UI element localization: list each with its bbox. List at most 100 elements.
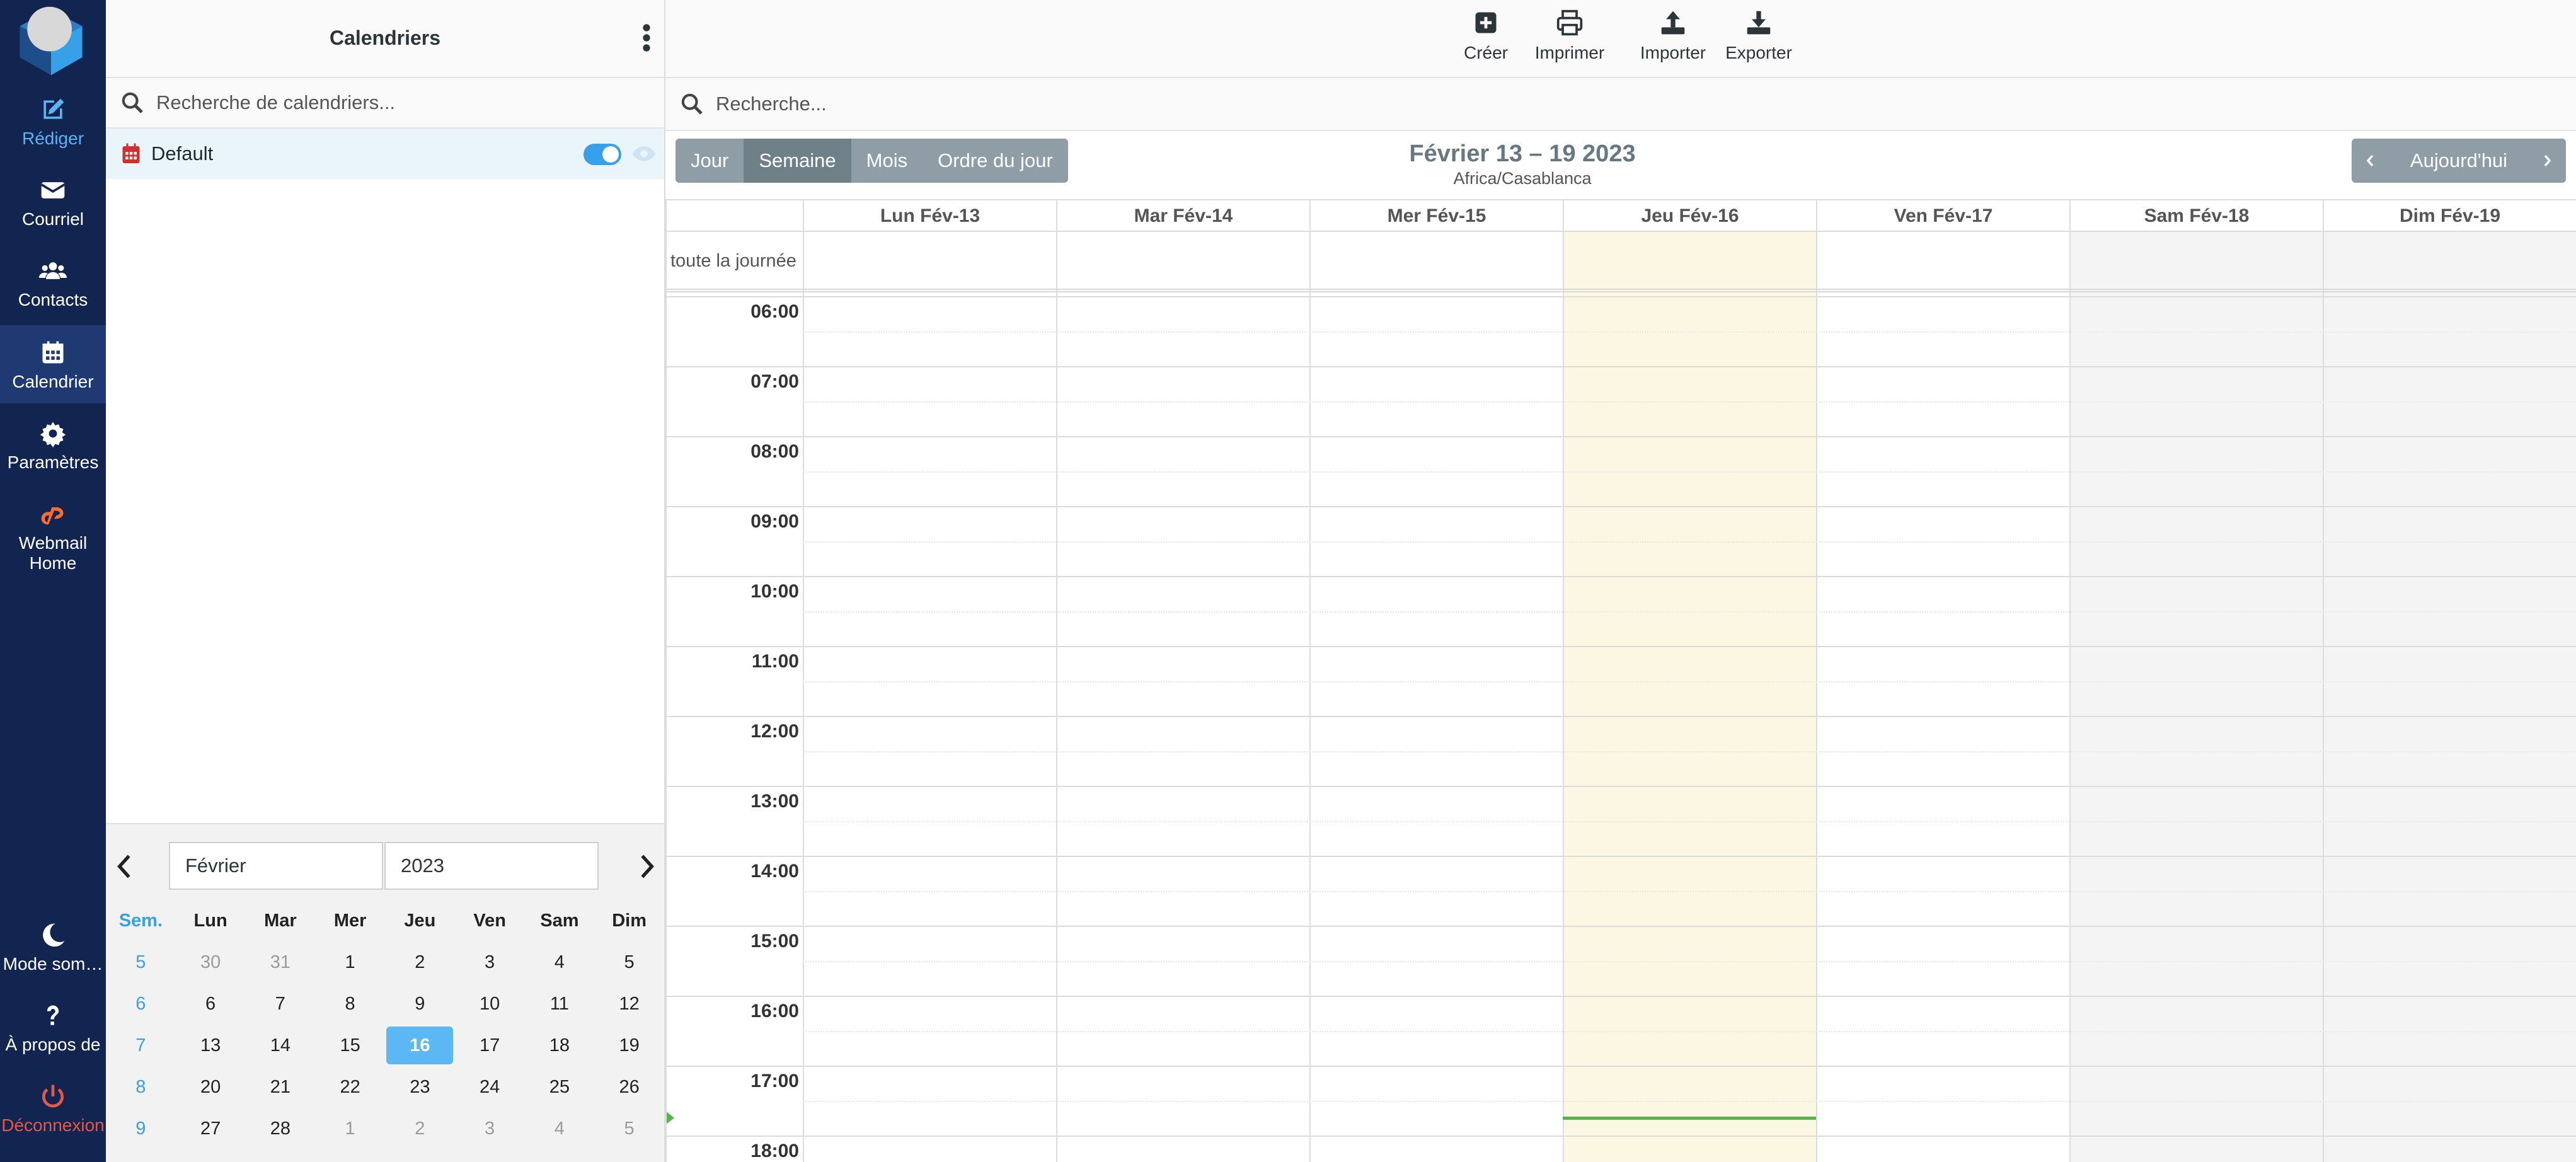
- time-slots[interactable]: 06:00 07:00 08:00 09:00 10:00 11:00 12:00 13:00…: [665, 296, 2576, 1162]
- week-number[interactable]: 9: [106, 1119, 176, 1139]
- day-number: 23: [410, 1076, 430, 1097]
- eye-icon[interactable]: [630, 141, 658, 166]
- weekday-header: Sam: [540, 910, 579, 931]
- view-week-button[interactable]: Semaine: [744, 139, 851, 183]
- mini-calendar-day[interactable]: 5: [594, 1119, 664, 1139]
- roundcube-logo[interactable]: [14, 4, 88, 78]
- mini-calendar-day[interactable]: 10: [455, 994, 525, 1015]
- half-hour-line: [803, 611, 2576, 613]
- mini-calendar-day[interactable]: 13: [176, 1035, 246, 1056]
- mini-calendar-day[interactable]: 20: [176, 1077, 246, 1098]
- mini-calendar-day[interactable]: 30: [176, 952, 246, 973]
- printer-icon: [1556, 9, 1583, 36]
- day-number: 2: [415, 952, 425, 972]
- mini-calendar-day[interactable]: 28: [246, 1119, 316, 1139]
- day-header[interactable]: Dim Fév-19: [2323, 200, 2576, 232]
- view-agenda-button[interactable]: Ordre du jour: [923, 139, 1068, 183]
- view-day-button[interactable]: Jour: [676, 139, 744, 183]
- day-number: 2: [415, 1118, 425, 1139]
- mini-calendar-day[interactable]: 21: [246, 1077, 316, 1098]
- now-indicator-line: [1563, 1117, 1816, 1120]
- next-period-button[interactable]: [2528, 139, 2566, 183]
- mini-calendar-day[interactable]: 4: [525, 952, 595, 973]
- day-header[interactable]: Mer Fév-15: [1309, 200, 1563, 232]
- previous-period-button[interactable]: [2352, 139, 2389, 183]
- mini-calendar-day[interactable]: 9: [385, 994, 455, 1015]
- mini-calendar-day[interactable]: 2: [385, 1119, 455, 1139]
- print-button[interactable]: Imprimer: [1516, 9, 1623, 63]
- all-day-row[interactable]: toute la journée: [665, 232, 2576, 292]
- nav-mail[interactable]: Courriel: [0, 163, 106, 241]
- import-button[interactable]: Importer: [1626, 9, 1720, 63]
- day-number: 12: [619, 993, 640, 1014]
- year-select[interactable]: 2023: [384, 842, 599, 890]
- week-number[interactable]: 6: [106, 994, 176, 1015]
- mini-calendar-day[interactable]: 24: [455, 1077, 525, 1098]
- day-header[interactable]: Mar Fév-14: [1056, 200, 1309, 232]
- mini-calendar-day[interactable]: 5: [594, 952, 664, 973]
- more-options-icon[interactable]: [639, 23, 654, 53]
- mini-calendar-day[interactable]: 8: [315, 994, 385, 1015]
- mini-calendar-day[interactable]: 3: [455, 952, 525, 973]
- event-search-input[interactable]: [716, 93, 1157, 115]
- week-number[interactable]: 7: [106, 1035, 176, 1056]
- mini-calendar-day[interactable]: 1: [315, 952, 385, 973]
- create-label: Créer: [1463, 43, 1508, 62]
- plus-square-icon: [1475, 12, 1497, 33]
- nav-dark-mode[interactable]: Mode som…: [0, 907, 106, 986]
- mini-calendar-day[interactable]: 15: [315, 1035, 385, 1056]
- create-button[interactable]: Créer: [1456, 9, 1516, 63]
- week-number[interactable]: 8: [106, 1077, 176, 1098]
- mini-calendar-day[interactable]: 23: [385, 1077, 455, 1098]
- nav-about[interactable]: À propos de: [0, 988, 106, 1066]
- calendars-search: [106, 78, 664, 129]
- mini-calendar-day[interactable]: 2: [385, 952, 455, 973]
- mini-calendar-today[interactable]: 16: [385, 1027, 455, 1064]
- mini-calendar-day[interactable]: 25: [525, 1077, 595, 1098]
- mini-calendar-day[interactable]: 6: [176, 994, 246, 1015]
- day-number: 24: [479, 1076, 500, 1097]
- mini-calendar-day[interactable]: 19: [594, 1035, 664, 1056]
- mini-calendar-day[interactable]: 27: [176, 1119, 246, 1139]
- chevron-right-icon[interactable]: [634, 851, 659, 882]
- nav-settings[interactable]: Paramètres: [0, 406, 106, 484]
- mini-calendar-day[interactable]: 1: [315, 1119, 385, 1139]
- half-hour-line: [803, 1100, 2576, 1102]
- nav-webmail-label: Webmail Home: [18, 533, 88, 573]
- export-button[interactable]: Exporter: [1711, 9, 1806, 63]
- nav-contacts[interactable]: Contacts: [0, 243, 106, 321]
- nav-calendar[interactable]: Calendrier: [0, 325, 106, 403]
- mini-calendar-day[interactable]: 3: [455, 1119, 525, 1139]
- mini-calendar-day[interactable]: 7: [246, 994, 316, 1015]
- month-select[interactable]: Février: [169, 842, 383, 890]
- mini-calendar-day[interactable]: 26: [594, 1077, 664, 1098]
- time-label: 07:00: [750, 371, 799, 392]
- day-header[interactable]: Sam Fév-18: [2069, 200, 2323, 232]
- mini-calendar-day[interactable]: 22: [315, 1077, 385, 1098]
- half-hour-line: [803, 960, 2576, 962]
- mini-calendar-day[interactable]: 14: [246, 1035, 316, 1056]
- day-header[interactable]: Jeu Fév-16: [1563, 200, 1816, 232]
- mini-calendar-day[interactable]: 31: [246, 952, 316, 973]
- calendar-item-default[interactable]: Default: [106, 129, 664, 179]
- mini-calendar-day[interactable]: 18: [525, 1035, 595, 1056]
- chevron-left-icon[interactable]: [112, 851, 137, 882]
- mini-calendar-day[interactable]: 12: [594, 994, 664, 1015]
- calendar-enable-toggle[interactable]: [584, 144, 621, 165]
- hour-line: [665, 646, 2576, 647]
- nav-webmail-home[interactable]: Webmail Home: [0, 486, 106, 581]
- day-header[interactable]: Ven Fév-17: [1816, 200, 2069, 232]
- mini-calendar-day[interactable]: 11: [525, 994, 595, 1015]
- calendars-search-input[interactable]: [156, 91, 597, 114]
- day-header[interactable]: Lun Fév-13: [803, 200, 1056, 232]
- mini-calendar-day[interactable]: 4: [525, 1119, 595, 1139]
- today-button[interactable]: Aujourd'hui: [2389, 139, 2528, 183]
- nav-logout[interactable]: Déconnexion: [0, 1069, 106, 1147]
- mini-calendar-day[interactable]: 17: [455, 1035, 525, 1056]
- period-title: Février 13 – 19 2023: [1409, 141, 1636, 167]
- weekday-header: Lun: [193, 910, 227, 931]
- week-number[interactable]: 5: [106, 952, 176, 973]
- half-hour-line: [803, 331, 2576, 333]
- nav-compose[interactable]: Rédiger: [0, 82, 106, 160]
- view-month-button[interactable]: Mois: [851, 139, 923, 183]
